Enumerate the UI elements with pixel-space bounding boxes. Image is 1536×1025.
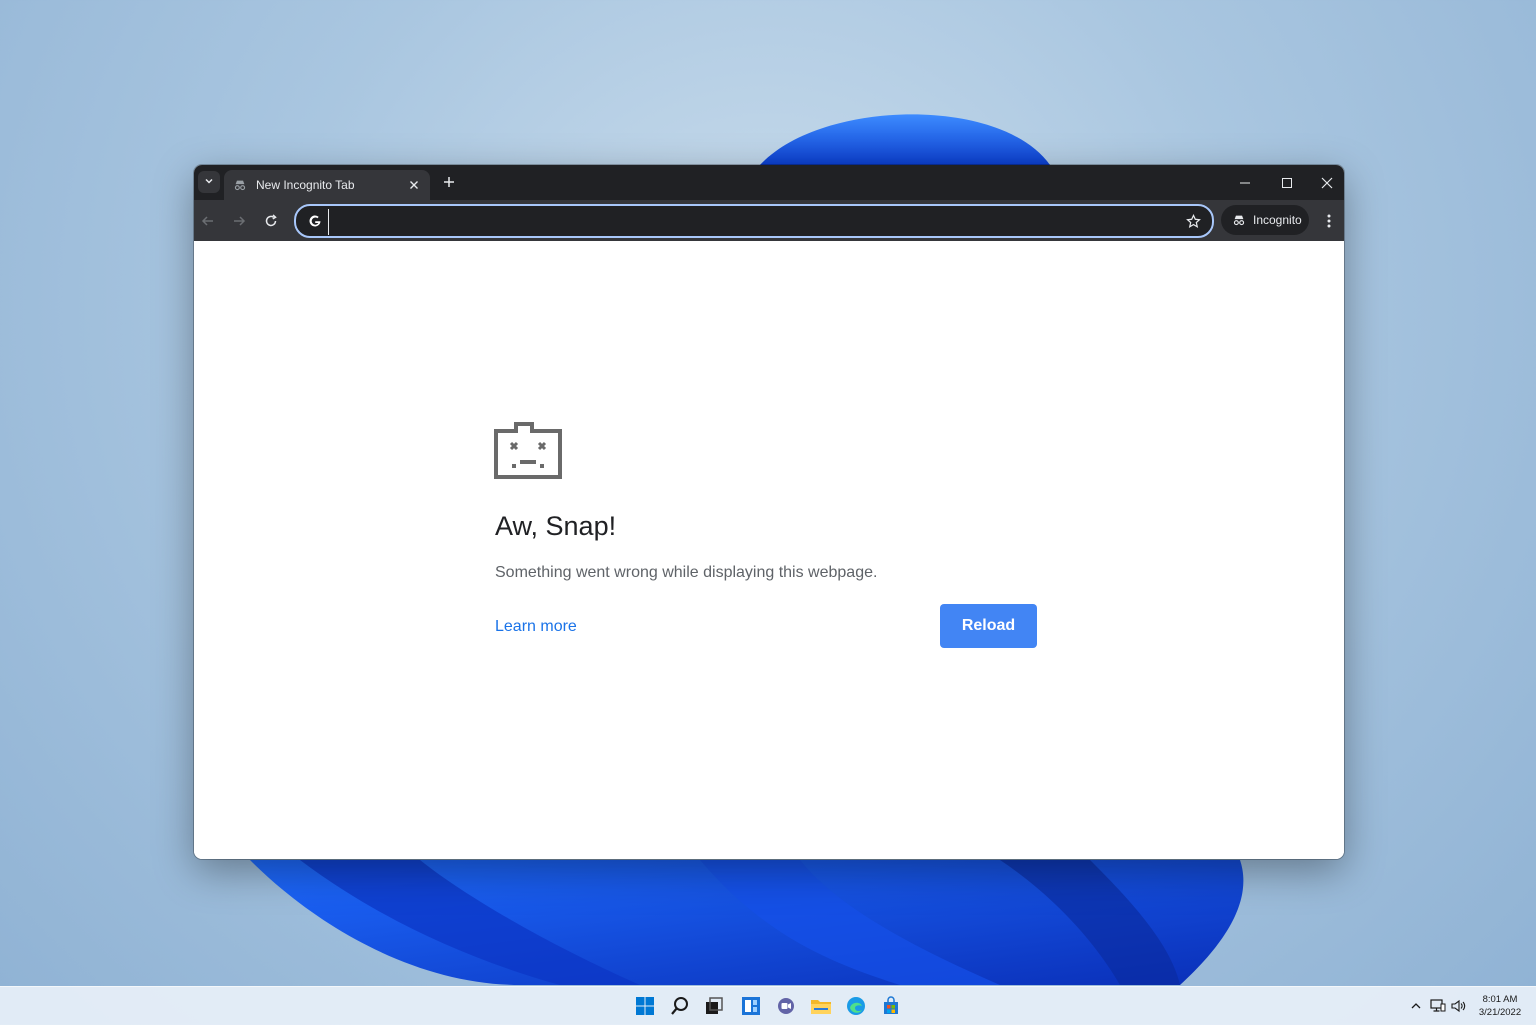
learn-more-link[interactable]: Learn more (495, 618, 577, 636)
start-icon[interactable] (634, 995, 656, 1017)
search-icon[interactable] (669, 995, 691, 1017)
address-input[interactable] (328, 209, 1173, 235)
more-vertical-icon (1327, 214, 1331, 228)
store-icon[interactable] (880, 995, 902, 1017)
clock-date: 3/21/2022 (1478, 1007, 1522, 1018)
close-tab-icon[interactable] (404, 175, 424, 195)
bookmark-star-icon[interactable] (1184, 212, 1202, 230)
reload-toolbar-button[interactable] (259, 209, 283, 233)
tab-search-button[interactable] (198, 171, 220, 193)
refresh-icon (265, 214, 277, 227)
forward-button[interactable] (227, 209, 251, 233)
task-view-icon[interactable] (703, 995, 725, 1017)
widgets-icon[interactable] (740, 995, 762, 1017)
tab-title: New Incognito Tab (256, 178, 355, 192)
chevron-up-icon[interactable] (1408, 998, 1424, 1014)
incognito-icon (232, 177, 248, 193)
clock-time: 8:01 AM (1482, 994, 1518, 1005)
chevron-down-icon (204, 176, 214, 189)
error-title: Aw, Snap! (495, 511, 617, 541)
maximize-button[interactable] (1266, 165, 1308, 200)
sad-tab-icon (494, 422, 562, 479)
browser-window: New Incognito Tab Incognito Aw, Snap! So… (194, 165, 1344, 859)
file-explorer-icon[interactable] (810, 995, 832, 1017)
taskbar: 8:01 AM 3/21/2022 (0, 986, 1536, 1025)
address-bar[interactable] (294, 204, 1214, 238)
chat-icon[interactable] (775, 995, 797, 1017)
incognito-profile-chip[interactable]: Incognito (1221, 205, 1309, 235)
edge-icon[interactable] (845, 995, 867, 1017)
minimize-icon (1240, 182, 1250, 183)
tab-strip: New Incognito Tab (194, 165, 1344, 200)
reload-button[interactable]: Reload (940, 604, 1037, 648)
network-icon[interactable] (1430, 998, 1446, 1014)
back-button[interactable] (196, 209, 220, 233)
taskbar-clock[interactable]: 8:01 AM 3/21/2022 (1470, 993, 1530, 1019)
plus-icon (444, 177, 454, 187)
maximize-icon (1282, 177, 1292, 188)
minimize-button[interactable] (1224, 165, 1266, 200)
new-tab-button[interactable] (438, 171, 460, 193)
error-message: Something went wrong while displaying th… (495, 564, 878, 581)
browser-toolbar: Incognito (194, 200, 1344, 241)
browser-menu-button[interactable] (1318, 209, 1340, 233)
incognito-icon (1231, 212, 1247, 228)
arrow-right-icon (234, 216, 246, 226)
incognito-label: Incognito (1253, 213, 1302, 227)
close-icon (1321, 177, 1333, 188)
error-page: Aw, Snap! Something went wrong while dis… (194, 241, 1344, 859)
volume-icon[interactable] (1450, 998, 1466, 1014)
tab-new-incognito[interactable]: New Incognito Tab (224, 170, 430, 200)
arrow-left-icon (201, 216, 213, 226)
google-icon (306, 212, 324, 230)
close-window-button[interactable] (1306, 165, 1344, 200)
